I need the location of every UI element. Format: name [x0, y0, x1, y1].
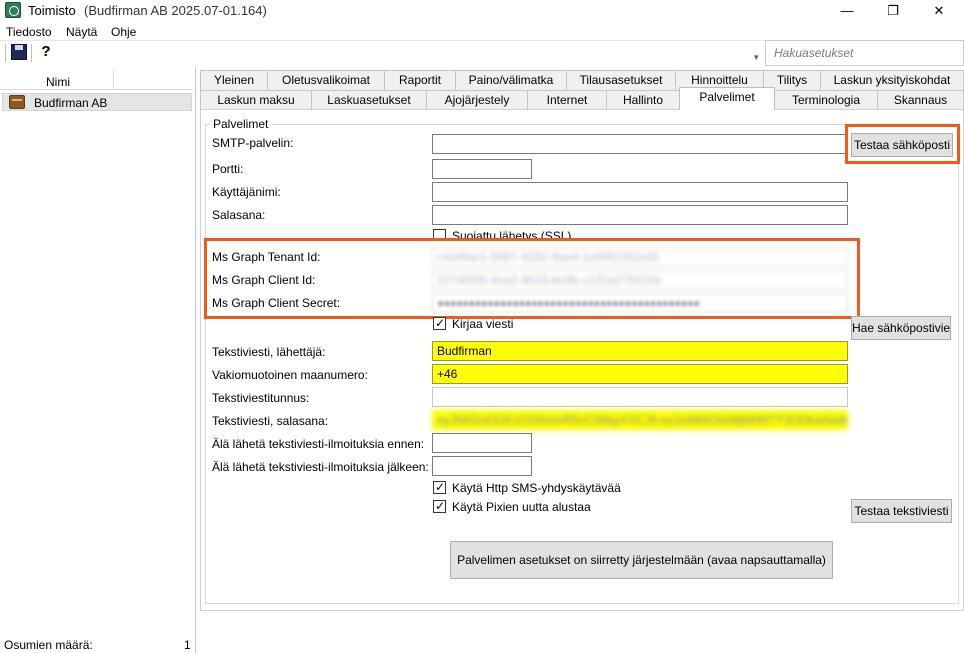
minimize-button[interactable]: —: [824, 0, 870, 22]
menu-nayta[interactable]: Näytä: [66, 25, 97, 39]
sms-sender-label: Tekstiviesti, lähettäjä:: [212, 345, 326, 359]
column-header[interactable]: [0, 70, 193, 90]
tab-laskun-maksu[interactable]: Laskun maksu: [200, 90, 312, 110]
no-sms-before-label: Älä lähetä tekstiviesti-ilmoituksia enne…: [212, 437, 425, 451]
sms-sender-input[interactable]: Budfirman: [432, 341, 848, 361]
no-sms-before-input[interactable]: [432, 433, 532, 453]
country-code-label: Vakiomuotoinen maanumero:: [212, 368, 368, 382]
sms-password-label: Tekstiviesti, salasana:: [212, 414, 329, 428]
country-code-input[interactable]: +46: [432, 364, 848, 384]
client-id-input[interactable]: 227465fb-4ca3-4618-be9b-c131a279310e: [432, 270, 848, 290]
company-box-icon: [9, 95, 25, 109]
restore-button[interactable]: ❐: [870, 0, 916, 22]
tab-internet[interactable]: Internet: [527, 90, 607, 110]
log-email-checkbox[interactable]: [433, 316, 446, 330]
hit-count-value: 1: [184, 638, 191, 652]
list-item-label: Budfirman AB: [34, 96, 108, 110]
client-secret-label: Ms Graph Client Secret:: [212, 296, 341, 310]
tab-paino-valimatka[interactable]: Paino/välimatka: [455, 70, 567, 90]
window-title: Toimisto: [28, 3, 76, 18]
password-label: Salasana:: [212, 208, 266, 222]
tab-laskuasetukset[interactable]: Laskuasetukset: [311, 90, 427, 110]
menu-ohje[interactable]: Ohje: [111, 25, 136, 39]
sms-password-input[interactable]: eyJhbGciOiJIUzI1NiIsInR5cCI6IkpXVCJ9.eyJ…: [432, 410, 848, 430]
no-sms-after-input[interactable]: [432, 456, 532, 476]
sms-id-input[interactable]: [432, 387, 848, 407]
close-button[interactable]: ✕: [916, 0, 962, 22]
save-icon[interactable]: [11, 44, 27, 60]
fetch-email-button[interactable]: Hae sähköpostivie: [851, 316, 951, 340]
pixie-label: Käytä Pixien uutta alustaa: [452, 500, 591, 514]
client-id-label: Ms Graph Client Id:: [212, 273, 316, 287]
column-header-label: Nimi: [46, 75, 70, 89]
tab-ajojarjestely[interactable]: Ajojärjestely: [426, 90, 528, 110]
tab-skannaus[interactable]: Skannaus: [877, 90, 964, 110]
tab-palvelimet[interactable]: Palvelimet: [679, 87, 775, 110]
sms-id-label: Tekstiviestitunnus:: [212, 391, 310, 405]
group-title: Palvelimet: [210, 117, 272, 131]
tenant-id-label: Ms Graph Tenant Id:: [212, 250, 321, 264]
tab-laskun-yksityiskohdat[interactable]: Laskun yksityiskohdat: [820, 70, 964, 90]
app-icon: [5, 2, 21, 18]
username-input[interactable]: [432, 182, 848, 202]
tab-terminologia[interactable]: Terminologia: [774, 90, 878, 110]
tenant-id-input[interactable]: c4a9fae1-5887-4282-9ae4-1e89f1051ed3: [432, 247, 848, 267]
http-sms-label: Käytä Http SMS-yhdyskäytävää: [452, 481, 621, 495]
window-subtitle: (Budfirman AB 2025.07-01.164): [84, 3, 267, 18]
toolbar-overflow-icon[interactable]: ▾: [754, 52, 759, 63]
settings-search-input[interactable]: Hakuasetukset: [765, 40, 964, 66]
log-email-label: Kirjaa viesti: [452, 317, 514, 331]
menu-bar: [0, 22, 964, 40]
tab-yleinen[interactable]: Yleinen: [200, 70, 268, 90]
password-input[interactable]: [432, 205, 848, 225]
tab-oletusvalikoimat[interactable]: Oletusvalikoimat: [267, 70, 385, 90]
client-secret-input[interactable]: ●●●●●●●●●●●●●●●●●●●●●●●●●●●●●●●●●●●●●●●●…: [432, 293, 848, 313]
no-sms-after-label: Älä lähetä tekstiviesti-ilmoituksia jälk…: [212, 460, 429, 474]
toolbar-separator: [31, 44, 32, 62]
pixie-checkbox[interactable]: [433, 499, 446, 513]
hit-count-label: Osumien määrä:: [4, 638, 93, 652]
test-email-button[interactable]: Testaa sähköposti: [851, 133, 953, 157]
toolbar-grip: [5, 44, 6, 62]
port-label: Portti:: [212, 162, 244, 176]
smtp-server-input[interactable]: [432, 134, 848, 154]
tab-hallinto[interactable]: Hallinto: [606, 90, 680, 110]
smtp-label: SMTP-palvelin:: [212, 136, 294, 150]
test-sms-button[interactable]: Testaa tekstiviesti: [851, 499, 952, 523]
help-icon[interactable]: ?: [38, 44, 54, 60]
tab-tilausasetukset[interactable]: Tilausasetukset: [566, 70, 676, 90]
column-separator[interactable]: [113, 70, 114, 90]
help-glyph: ?: [41, 43, 51, 60]
username-label: Käyttäjänimi:: [212, 185, 281, 199]
left-panel: [0, 67, 196, 653]
server-settings-moved-button[interactable]: Palvelimen asetukset on siirretty järjes…: [450, 541, 833, 579]
http-sms-checkbox[interactable]: [433, 480, 446, 494]
tab-raportit[interactable]: Raportit: [384, 70, 456, 90]
menu-tiedosto[interactable]: Tiedosto: [6, 25, 52, 39]
port-input[interactable]: [432, 159, 532, 179]
